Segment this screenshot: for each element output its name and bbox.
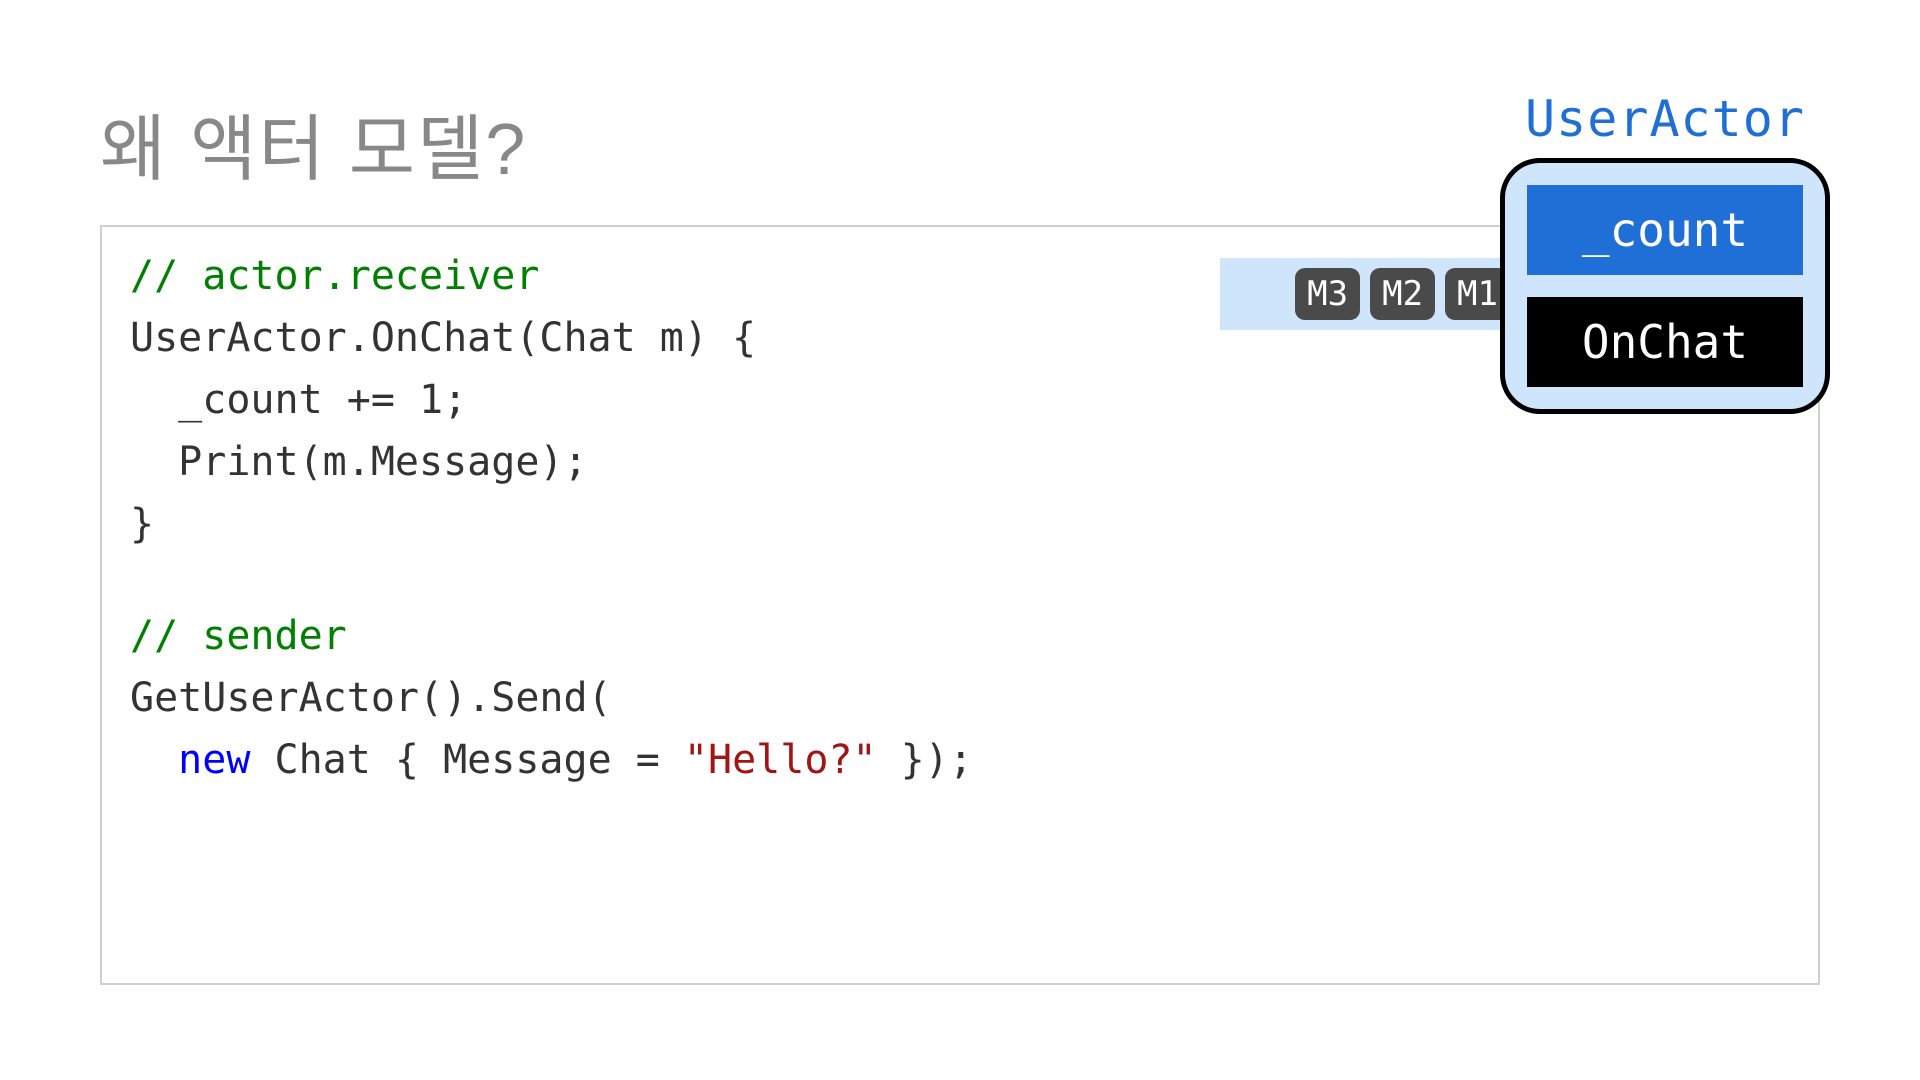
actor-diagram: UserActor M3 M2 M1 _count OnChat xyxy=(1500,90,1830,414)
message-chip: M3 xyxy=(1295,268,1360,320)
actor-box: _count OnChat xyxy=(1500,158,1830,414)
message-chip: M2 xyxy=(1370,268,1435,320)
code-string: "Hello?" xyxy=(684,737,877,783)
actor-state: _count xyxy=(1527,185,1803,275)
code-gap xyxy=(130,555,1790,605)
code-line: } xyxy=(130,493,1790,555)
code-keyword-new: new xyxy=(178,737,250,783)
actor-method: OnChat xyxy=(1527,297,1803,387)
code-comment-sender: // sender xyxy=(130,605,1790,667)
code-line: Print(m.Message); xyxy=(130,431,1790,493)
actor-group: M3 M2 M1 _count OnChat xyxy=(1500,158,1830,414)
code-indent xyxy=(130,737,178,783)
code-text: Chat { Message = xyxy=(250,737,683,783)
code-line: new Chat { Message = "Hello?" }); xyxy=(130,729,1790,791)
actor-label: UserActor xyxy=(1500,90,1830,148)
code-line: GetUserActor().Send( xyxy=(130,667,1790,729)
message-queue: M3 M2 M1 xyxy=(1220,258,1520,330)
slide: 왜 액터 모델? // actor.receiver UserActor.OnC… xyxy=(0,0,1920,1080)
code-text: }); xyxy=(877,737,973,783)
